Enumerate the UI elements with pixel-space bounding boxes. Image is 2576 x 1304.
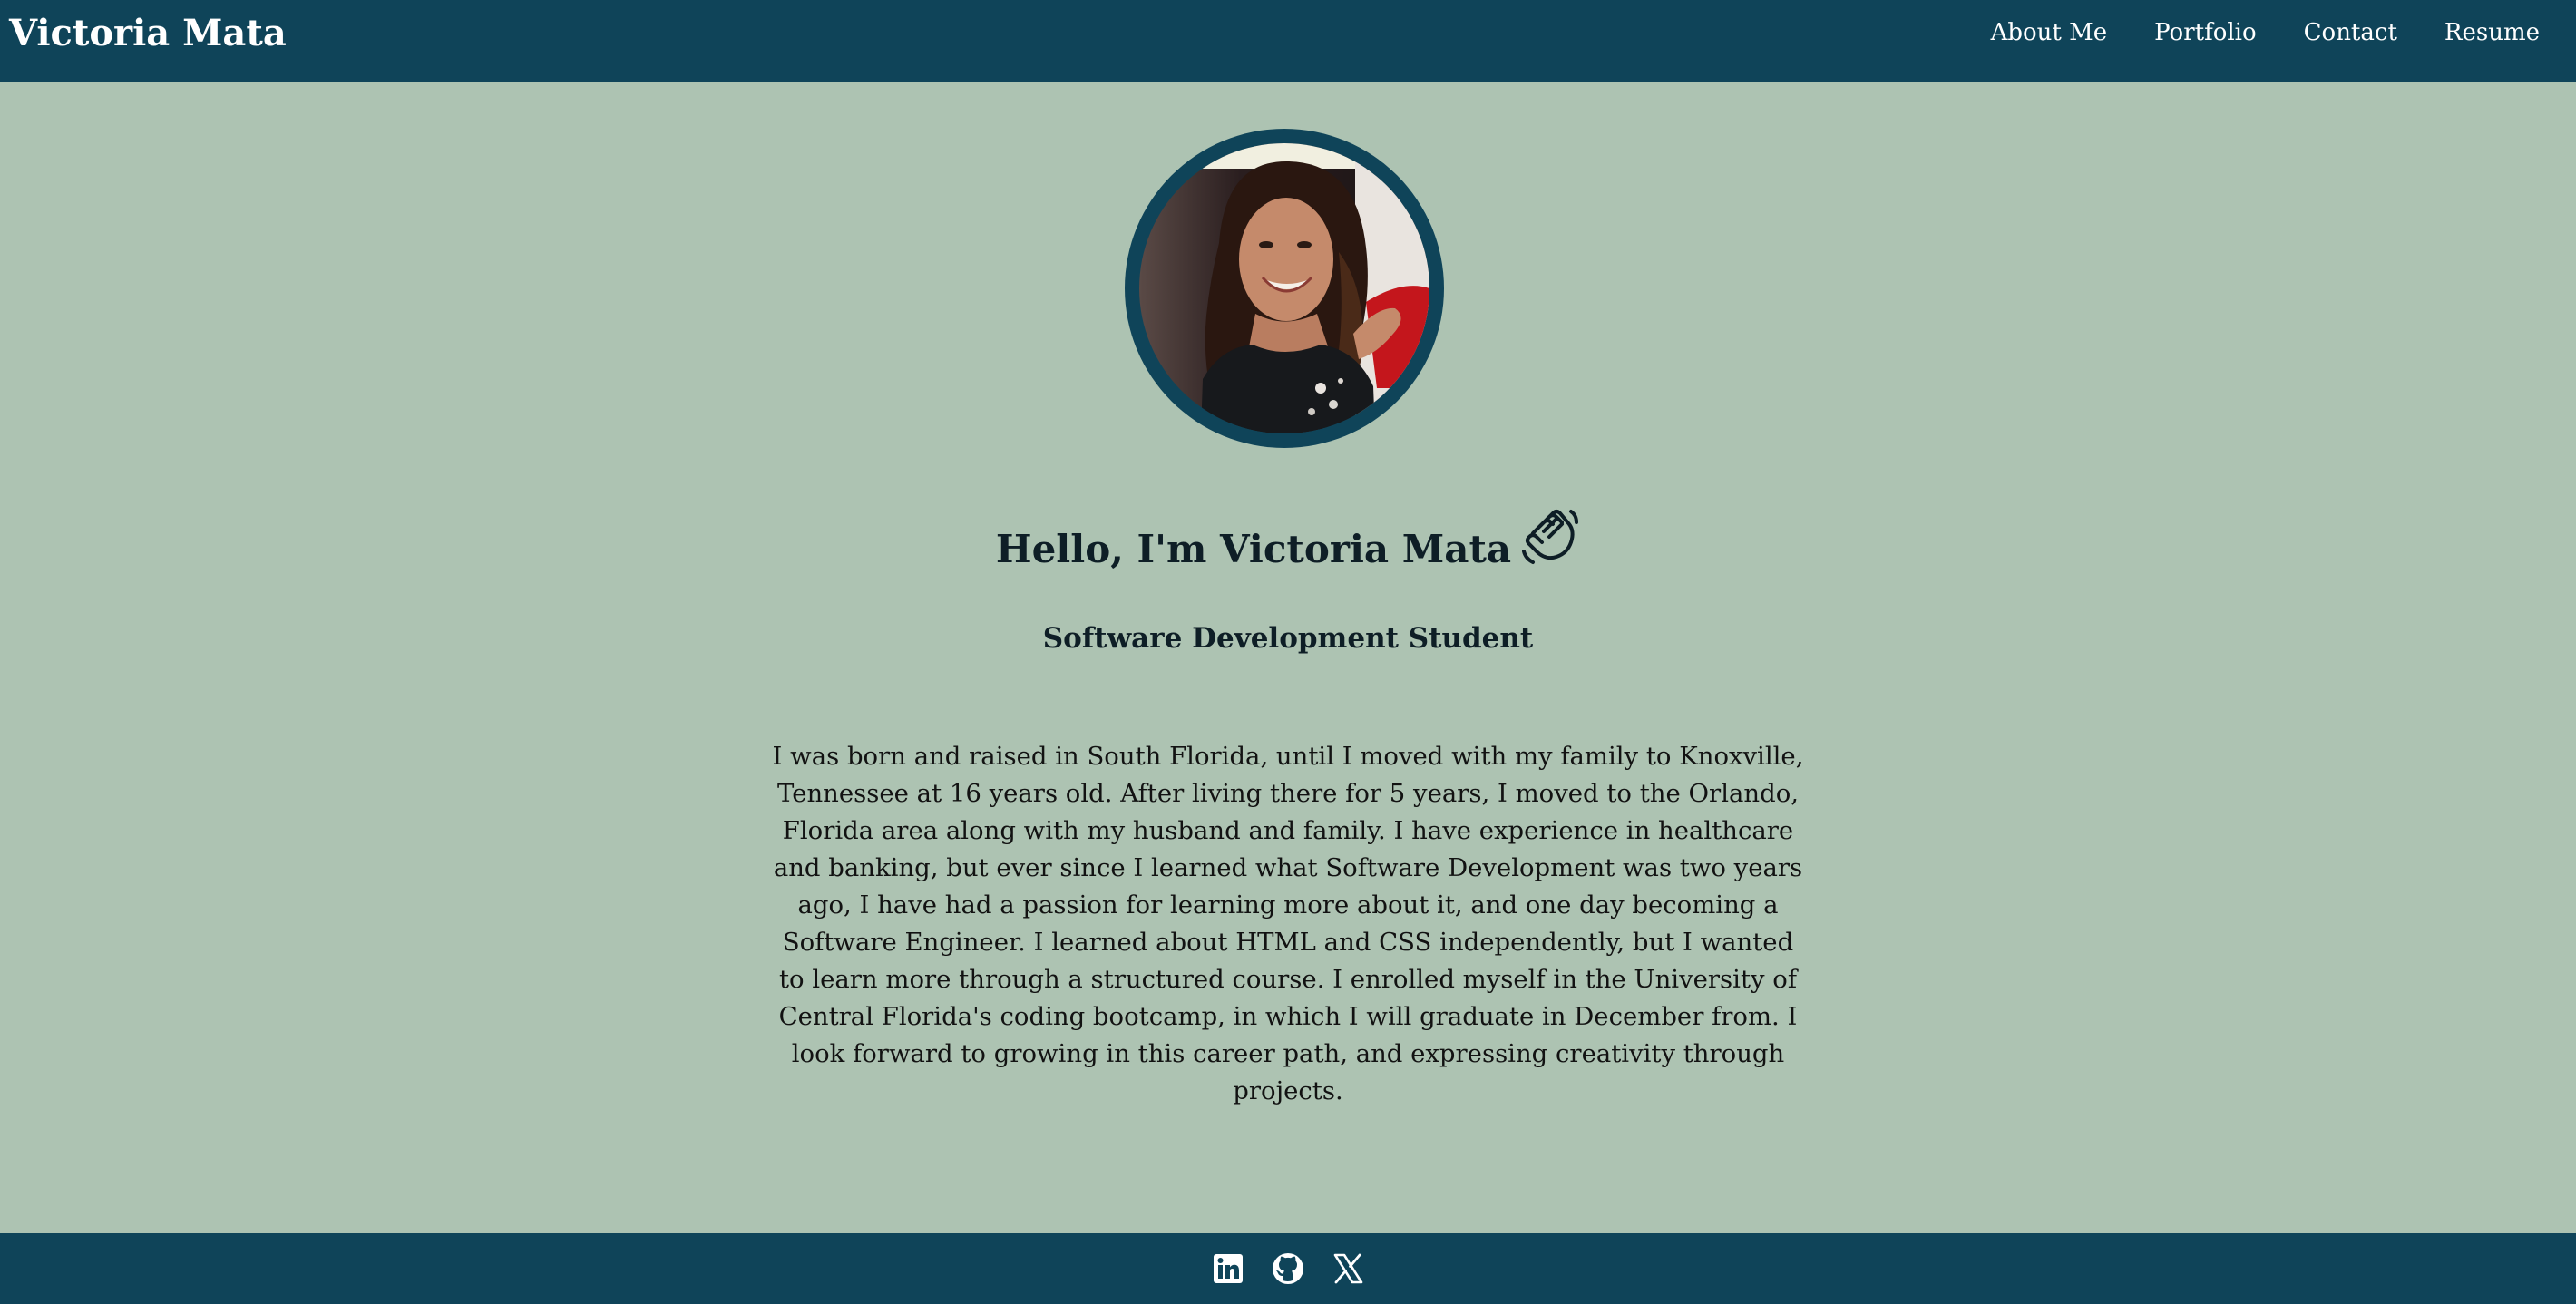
waving-hand-icon xyxy=(1520,506,1580,566)
avatar xyxy=(1139,143,1429,433)
nav-contact[interactable]: Contact xyxy=(2304,19,2397,46)
x-twitter-icon[interactable] xyxy=(1331,1251,1365,1286)
site-brand[interactable]: Victoria Mata xyxy=(9,12,287,54)
subtitle: Software Development Student xyxy=(1042,622,1534,655)
nav-about-me[interactable]: About Me xyxy=(1991,19,2108,46)
linkedin-icon[interactable] xyxy=(1211,1251,1245,1286)
greeting-heading: Hello, I'm Victoria Mata xyxy=(995,526,1512,571)
avatar-frame xyxy=(1125,129,1444,448)
site-footer xyxy=(0,1233,2576,1304)
greeting: Hello, I'm Victoria Mata xyxy=(0,495,2576,577)
github-icon[interactable] xyxy=(1271,1251,1305,1286)
about-section: Hello, I'm Victoria Mata Software Develo… xyxy=(0,82,2576,1233)
nav-portfolio[interactable]: Portfolio xyxy=(2154,19,2257,46)
main-nav: About Me Portfolio Contact Resume xyxy=(1991,19,2540,46)
bio-paragraph: I was born and raised in South Florida, … xyxy=(772,741,1804,1105)
profile-photo xyxy=(1139,143,1429,433)
nav-resume[interactable]: Resume xyxy=(2444,19,2540,46)
site-header: Victoria Mata About Me Portfolio Contact… xyxy=(0,0,2576,82)
